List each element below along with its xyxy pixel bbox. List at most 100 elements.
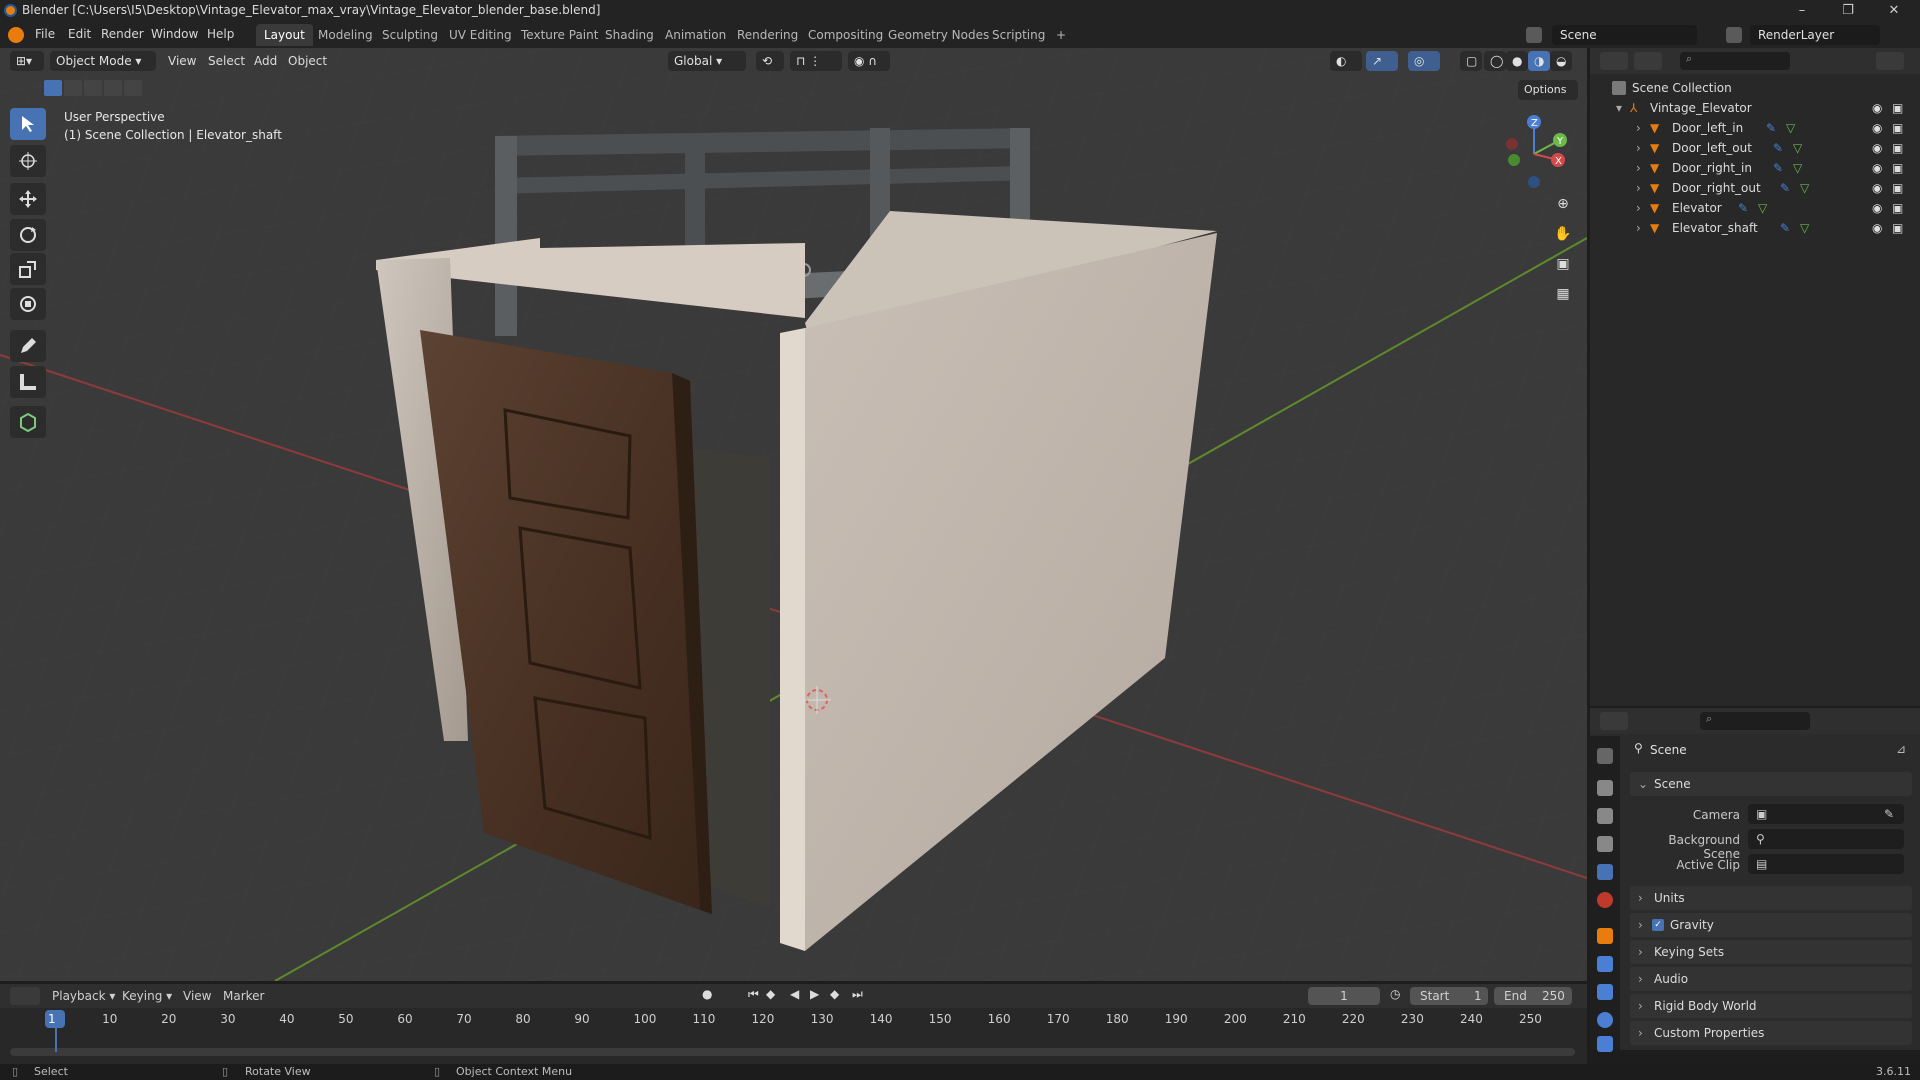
active-clip-field[interactable]: ▤	[1748, 854, 1904, 874]
timeline-editor-type-icon[interactable]	[10, 987, 40, 1005]
outliner-object-elevator[interactable]: › ▼ Elevator ✎ ▽ ◉ ▣	[1590, 198, 1920, 218]
tab-modeling[interactable]: Modeling	[310, 24, 381, 46]
shading-material-button[interactable]: ◑	[1528, 51, 1550, 71]
camera-render-icon[interactable]: ▣	[1892, 101, 1903, 115]
tool-tab-icon[interactable]	[1597, 748, 1613, 764]
menu-add[interactable]: Add	[254, 54, 277, 68]
tab-uv-editing[interactable]: UV Editing	[441, 24, 520, 46]
mesh-data-icon[interactable]: ▽	[1793, 141, 1802, 155]
output-tab-icon[interactable]	[1597, 808, 1613, 824]
pin-icon[interactable]: ⊿	[1896, 742, 1906, 756]
mesh-data-icon[interactable]: ▽	[1793, 161, 1802, 175]
modifier-wrench-icon[interactable]: ✎	[1780, 181, 1790, 195]
pivot-point-button[interactable]: ⟲	[756, 51, 784, 71]
tab-texture-paint[interactable]: Texture Paint	[513, 24, 606, 46]
expand-chevron-icon[interactable]: ›	[1636, 201, 1641, 215]
physics-tab-icon[interactable]	[1597, 1012, 1613, 1028]
subpanel-gravity[interactable]: › ✓ Gravity	[1630, 913, 1912, 937]
background-scene-field[interactable]: ⚲	[1748, 829, 1904, 849]
subpanel-audio[interactable]: › Audio	[1630, 967, 1912, 991]
camera-render-icon[interactable]: ▣	[1892, 221, 1903, 235]
annotate-tool[interactable]	[10, 330, 46, 362]
subpanel-keying-sets[interactable]: › Keying Sets	[1630, 940, 1912, 964]
end-frame-field[interactable]: End 250	[1494, 987, 1572, 1005]
view-layer-tab-icon[interactable]	[1597, 836, 1613, 852]
select-mode-subtract-icon[interactable]	[84, 80, 102, 96]
filter-icon[interactable]	[1876, 52, 1904, 70]
scene-panel-header[interactable]: ⌄ Scene	[1630, 772, 1912, 796]
outliner-object-door-right-in[interactable]: › ▼ Door_right_in ✎ ▽ ◉ ▣	[1590, 158, 1920, 178]
modifier-wrench-icon[interactable]: ✎	[1780, 221, 1790, 235]
properties-search-input[interactable]: ⌕	[1700, 712, 1810, 730]
mesh-data-icon[interactable]: ▽	[1800, 181, 1809, 195]
object-tab-icon[interactable]	[1597, 928, 1613, 944]
shading-wireframe-button[interactable]: ◯	[1484, 51, 1506, 71]
camera-field[interactable]: ▣ ✎	[1748, 804, 1904, 824]
world-tab-icon[interactable]	[1597, 892, 1613, 908]
maximize-button[interactable]: ❐	[1828, 2, 1868, 20]
expand-chevron-icon[interactable]: ›	[1636, 141, 1641, 155]
jump-end-button[interactable]: ⏭	[852, 987, 863, 1002]
timeline-scrollbar[interactable]	[10, 1048, 1575, 1056]
outliner-object-door-left-in[interactable]: › ▼ Door_left_in ✎ ▽ ◉ ▣	[1590, 118, 1920, 138]
expand-chevron-icon[interactable]: ▾	[1616, 101, 1622, 115]
options-button[interactable]: Options	[1518, 80, 1578, 100]
camera-render-icon[interactable]: ▣	[1892, 141, 1903, 155]
tab-shading[interactable]: Shading	[597, 24, 662, 46]
tab-sculpting[interactable]: Sculpting	[374, 24, 446, 46]
jump-keyframe-back-button[interactable]: ◆	[766, 987, 775, 1001]
mesh-data-icon[interactable]: ▽	[1800, 221, 1809, 235]
eye-icon[interactable]: ◉	[1872, 101, 1882, 115]
menu-file[interactable]: File	[35, 27, 55, 41]
modifier-tab-icon[interactable]	[1597, 956, 1613, 972]
ortho-grid-icon[interactable]: ▦	[1551, 286, 1575, 310]
select-mode-extend-icon[interactable]	[64, 80, 82, 96]
navigation-gizmo[interactable]: Z Y X	[1500, 110, 1570, 190]
menu-edit[interactable]: Edit	[68, 27, 91, 41]
select-mode-new-icon[interactable]	[44, 80, 62, 96]
measure-tool[interactable]	[10, 366, 46, 398]
select-box-tool[interactable]	[10, 108, 46, 140]
eye-icon[interactable]: ◉	[1872, 181, 1882, 195]
zoom-icon[interactable]: ⊕	[1551, 196, 1575, 220]
tab-rendering[interactable]: Rendering	[729, 24, 806, 46]
modifier-wrench-icon[interactable]: ✎	[1773, 161, 1783, 175]
record-button[interactable]: ●	[702, 987, 712, 1001]
scene-selector[interactable]: Scene	[1552, 25, 1697, 45]
menu-keying[interactable]: Keying ▾	[122, 989, 172, 1003]
eye-icon[interactable]: ◉	[1872, 141, 1882, 155]
snap-button[interactable]: ⊓ ⋮	[790, 51, 842, 71]
eye-icon[interactable]: ◉	[1872, 221, 1882, 235]
subpanel-custom-properties[interactable]: › Custom Properties	[1630, 1021, 1912, 1045]
modifier-wrench-icon[interactable]: ✎	[1766, 121, 1776, 135]
gravity-checkbox[interactable]: ✓	[1652, 919, 1664, 931]
cursor-tool[interactable]	[10, 145, 46, 177]
tab-compositing[interactable]: Compositing	[800, 24, 891, 46]
select-mode-invert-icon[interactable]	[104, 80, 122, 96]
menu-window[interactable]: Window	[151, 27, 198, 41]
add-cube-tool[interactable]	[10, 406, 46, 438]
scene-tab-icon[interactable]	[1597, 864, 1613, 880]
menu-render[interactable]: Render	[101, 27, 144, 41]
outliner-search-input[interactable]: ⌕	[1680, 52, 1790, 70]
menu-playback[interactable]: Playback ▾	[52, 989, 115, 1003]
camera-render-icon[interactable]: ▣	[1892, 161, 1903, 175]
scene-icon[interactable]	[1526, 27, 1542, 43]
close-window-button[interactable]: ✕	[1874, 2, 1914, 20]
outliner-scene-collection[interactable]: Scene Collection	[1590, 78, 1920, 98]
display-mode-icon[interactable]	[1634, 52, 1662, 70]
xray-toggle-button[interactable]: ▢	[1460, 51, 1482, 71]
render-tab-icon[interactable]	[1597, 780, 1613, 796]
menu-marker[interactable]: Marker	[223, 989, 264, 1003]
tab-animation[interactable]: Animation	[657, 24, 734, 46]
move-tool[interactable]	[10, 183, 46, 215]
constraints-tab-icon[interactable]	[1597, 1036, 1613, 1052]
shading-rendered-button[interactable]: ◒	[1550, 51, 1572, 71]
outliner-object-elevator-shaft[interactable]: › ▼ Elevator_shaft ✎ ▽ ◉ ▣	[1590, 218, 1920, 238]
jump-keyframe-forward-button[interactable]: ◆	[830, 987, 839, 1001]
outliner-object-door-right-out[interactable]: › ▼ Door_right_out ✎ ▽ ◉ ▣	[1590, 178, 1920, 198]
tab-geometry-nodes[interactable]: Geometry Nodes	[880, 24, 997, 46]
camera-render-icon[interactable]: ▣	[1892, 121, 1903, 135]
subpanel-units[interactable]: › Units	[1630, 886, 1912, 910]
menu-select[interactable]: Select	[208, 54, 245, 68]
